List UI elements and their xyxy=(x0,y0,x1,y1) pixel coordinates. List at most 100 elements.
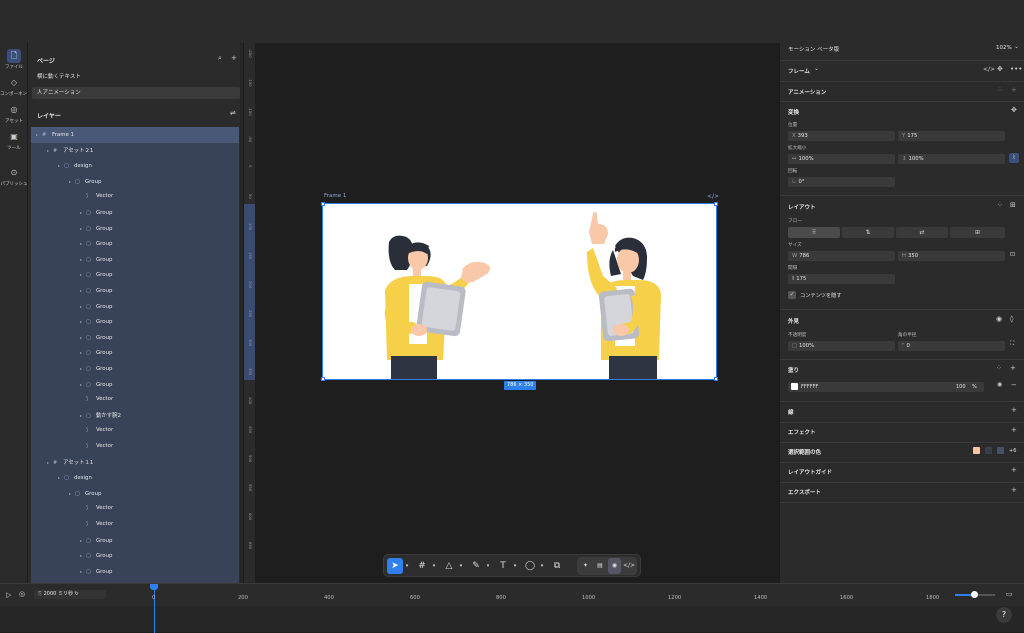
pen-tool[interactable]: ✎ xyxy=(468,558,484,574)
layer-row[interactable]: ⟆ Vector xyxy=(31,423,239,439)
duration-field[interactable]: ⎘ 2000 ミリ秒 ↻ xyxy=(34,590,106,599)
flow-free-button[interactable]: ⠿ xyxy=(788,227,840,238)
target-icon[interactable]: ◎ xyxy=(19,590,25,598)
eye-icon[interactable]: ◉ xyxy=(997,381,1002,388)
resize-handle-top-right[interactable] xyxy=(714,202,718,206)
layer-row[interactable]: ▸ ▢ design xyxy=(31,470,239,486)
flow-grid-button[interactable]: ⊞ xyxy=(950,227,1005,238)
layer-row[interactable]: ⟆ Vector xyxy=(31,189,239,205)
comment-tool[interactable]: ◯ xyxy=(522,558,538,574)
text-tool[interactable]: T xyxy=(495,558,511,574)
rail-components[interactable]: ◇ コンポーネント xyxy=(0,76,32,100)
style-grid-icon[interactable]: ⁘ xyxy=(996,364,1002,372)
frame-tool[interactable]: # xyxy=(414,558,430,574)
selection-colors-more[interactable]: +6 xyxy=(1009,448,1016,454)
code-icon[interactable]: </> xyxy=(983,66,995,73)
expand-corners-icon[interactable]: ⛶ xyxy=(1010,340,1014,348)
layer-row[interactable]: ⟆ Vector xyxy=(31,439,239,455)
frame-1[interactable] xyxy=(322,203,717,380)
lock-ratio-icon[interactable]: ⌇ xyxy=(1009,153,1019,163)
add-stroke-icon[interactable]: + xyxy=(1011,406,1017,414)
layer-row[interactable]: ▸ ▢ Group xyxy=(31,236,239,252)
chevron-down-icon[interactable]: ⌄ xyxy=(1014,43,1019,50)
layer-row[interactable]: ▸ # アセット２1 xyxy=(31,143,239,159)
layer-row[interactable]: ▸ ▢ Group xyxy=(31,283,239,299)
layer-row[interactable]: ▸ ▢ Group xyxy=(31,345,239,361)
canvas[interactable]: Frame 1 </> 786 × 350 ✦ ▤ ◉ </> ➤ ▾ # ▾ … xyxy=(255,43,779,583)
remove-fill-icon[interactable]: − xyxy=(1011,381,1017,389)
layer-row[interactable]: ▸ ▢ 動かす腕2 xyxy=(31,408,239,424)
width-input[interactable]: W 786 xyxy=(788,251,895,261)
rail-file[interactable]: 🗋 ファイル xyxy=(0,49,28,73)
opacity-input[interactable]: □ 100% xyxy=(788,341,895,351)
mode-toggle-icon[interactable]: ✦ xyxy=(579,558,592,574)
layer-row[interactable]: ▸ # アセット１1 xyxy=(31,455,239,471)
fill-opacity[interactable]: 100 xyxy=(956,384,966,390)
layer-row[interactable]: ⟆ Vector xyxy=(31,501,239,517)
layer-row[interactable]: ▸ ▢ Group xyxy=(31,314,239,330)
add-guide-icon[interactable]: + xyxy=(1011,466,1017,474)
rotate-input[interactable]: ∟ 0° xyxy=(788,177,895,187)
layer-row[interactable]: ▸ ▢ Group xyxy=(31,330,239,346)
layer-options-icon[interactable]: ⇌ xyxy=(230,109,236,117)
chevron-down-icon[interactable]: ⌄ xyxy=(814,65,819,72)
fit-size-icon[interactable]: ⊡ xyxy=(1010,251,1015,258)
page-item[interactable]: 横に動くテキスト xyxy=(32,71,240,83)
layer-row[interactable]: ▸ ▢ Group xyxy=(31,548,239,564)
layer-row[interactable]: ⟆ Vector xyxy=(31,517,239,533)
timeline-zoom-slider[interactable] xyxy=(955,591,995,598)
fill-swatch[interactable] xyxy=(791,383,798,390)
code-icon[interactable]: </> xyxy=(707,193,719,200)
layer-row[interactable]: ▸ ▢ Group xyxy=(31,205,239,221)
layer-row[interactable]: ▸ ▢ Group xyxy=(31,299,239,315)
more-icon[interactable]: ••• xyxy=(1010,65,1022,73)
chevron-down-icon[interactable]: ▾ xyxy=(458,558,464,574)
play-icon[interactable]: ▷ xyxy=(6,591,11,599)
rail-publish[interactable]: ⊙ パブリッシュ xyxy=(0,166,28,190)
search-icon[interactable]: ⌕ xyxy=(218,54,222,63)
mode-toggle-icon[interactable]: ◉ xyxy=(608,558,621,574)
page-item-selected[interactable]: 人アニメーション xyxy=(32,87,240,99)
add-export-icon[interactable]: + xyxy=(1011,486,1017,494)
playhead[interactable] xyxy=(154,584,155,633)
chevron-down-icon[interactable]: ▾ xyxy=(431,558,437,574)
layer-row[interactable]: ▸ ▢ Group xyxy=(31,267,239,283)
timeline[interactable]: ▷ ◎ ⎘ 2000 ミリ秒 ↻ ▭ ? 0 200 400 600 800 1000 12… xyxy=(0,583,1024,633)
panel-toggle-icon[interactable]: ▭ xyxy=(1006,590,1013,598)
mode-label[interactable]: モーション ベータ版 xyxy=(788,45,839,53)
add-fill-icon[interactable]: + xyxy=(1010,364,1016,372)
component-icon[interactable]: ✥ xyxy=(997,65,1003,73)
layer-row[interactable]: ▸ ▢ Group xyxy=(31,533,239,549)
x-input[interactable]: X 393 xyxy=(788,131,895,141)
flow-horizontal-button[interactable]: ⇄ xyxy=(896,227,948,238)
layout-options-icon[interactable]: ⊞ xyxy=(1010,201,1016,209)
resize-handle-bottom-right[interactable] xyxy=(714,377,718,381)
selection-color-swatch[interactable] xyxy=(997,447,1004,454)
gap-input[interactable]: ⫴ 175 xyxy=(788,274,895,284)
chevron-down-icon[interactable]: ▾ xyxy=(404,558,410,574)
layout-grid-icon[interactable]: ⁘ xyxy=(997,201,1003,209)
playhead-handle[interactable] xyxy=(150,584,158,590)
select-tool[interactable]: ➤ xyxy=(387,558,403,574)
chevron-down-icon[interactable]: ▾ xyxy=(485,558,491,574)
shape-tool[interactable]: △ xyxy=(441,558,457,574)
layer-row[interactable]: ▸ ▢ Group xyxy=(31,221,239,237)
layer-row[interactable]: ▸ ▢ Group xyxy=(31,174,239,190)
resize-handle-top-left[interactable] xyxy=(321,202,325,206)
checkbox-checked-icon[interactable]: ✓ xyxy=(788,291,796,299)
layer-row[interactable]: ▸ ▢ Group xyxy=(31,377,239,393)
help-button[interactable]: ? xyxy=(996,607,1012,623)
chevron-down-icon[interactable]: ▾ xyxy=(512,558,518,574)
move-icon[interactable]: ✥ xyxy=(1011,106,1017,114)
zoom-level[interactable]: 102% xyxy=(996,45,1012,51)
frame-name-label[interactable]: Frame 1 xyxy=(324,193,346,199)
layer-row[interactable]: ⟆ Vector xyxy=(31,392,239,408)
blend-icon[interactable]: ◊ xyxy=(1010,315,1013,323)
selection-color-swatch[interactable] xyxy=(985,447,992,454)
layer-row[interactable]: ▸ ▢ design xyxy=(31,158,239,174)
add-page-icon[interactable]: + xyxy=(231,54,237,62)
rail-tools[interactable]: ▣ ツール xyxy=(0,130,28,154)
add-icon[interactable]: + xyxy=(1011,86,1017,94)
add-effect-icon[interactable]: + xyxy=(1011,426,1017,434)
rail-assets[interactable]: ◎ アセット xyxy=(0,103,28,127)
